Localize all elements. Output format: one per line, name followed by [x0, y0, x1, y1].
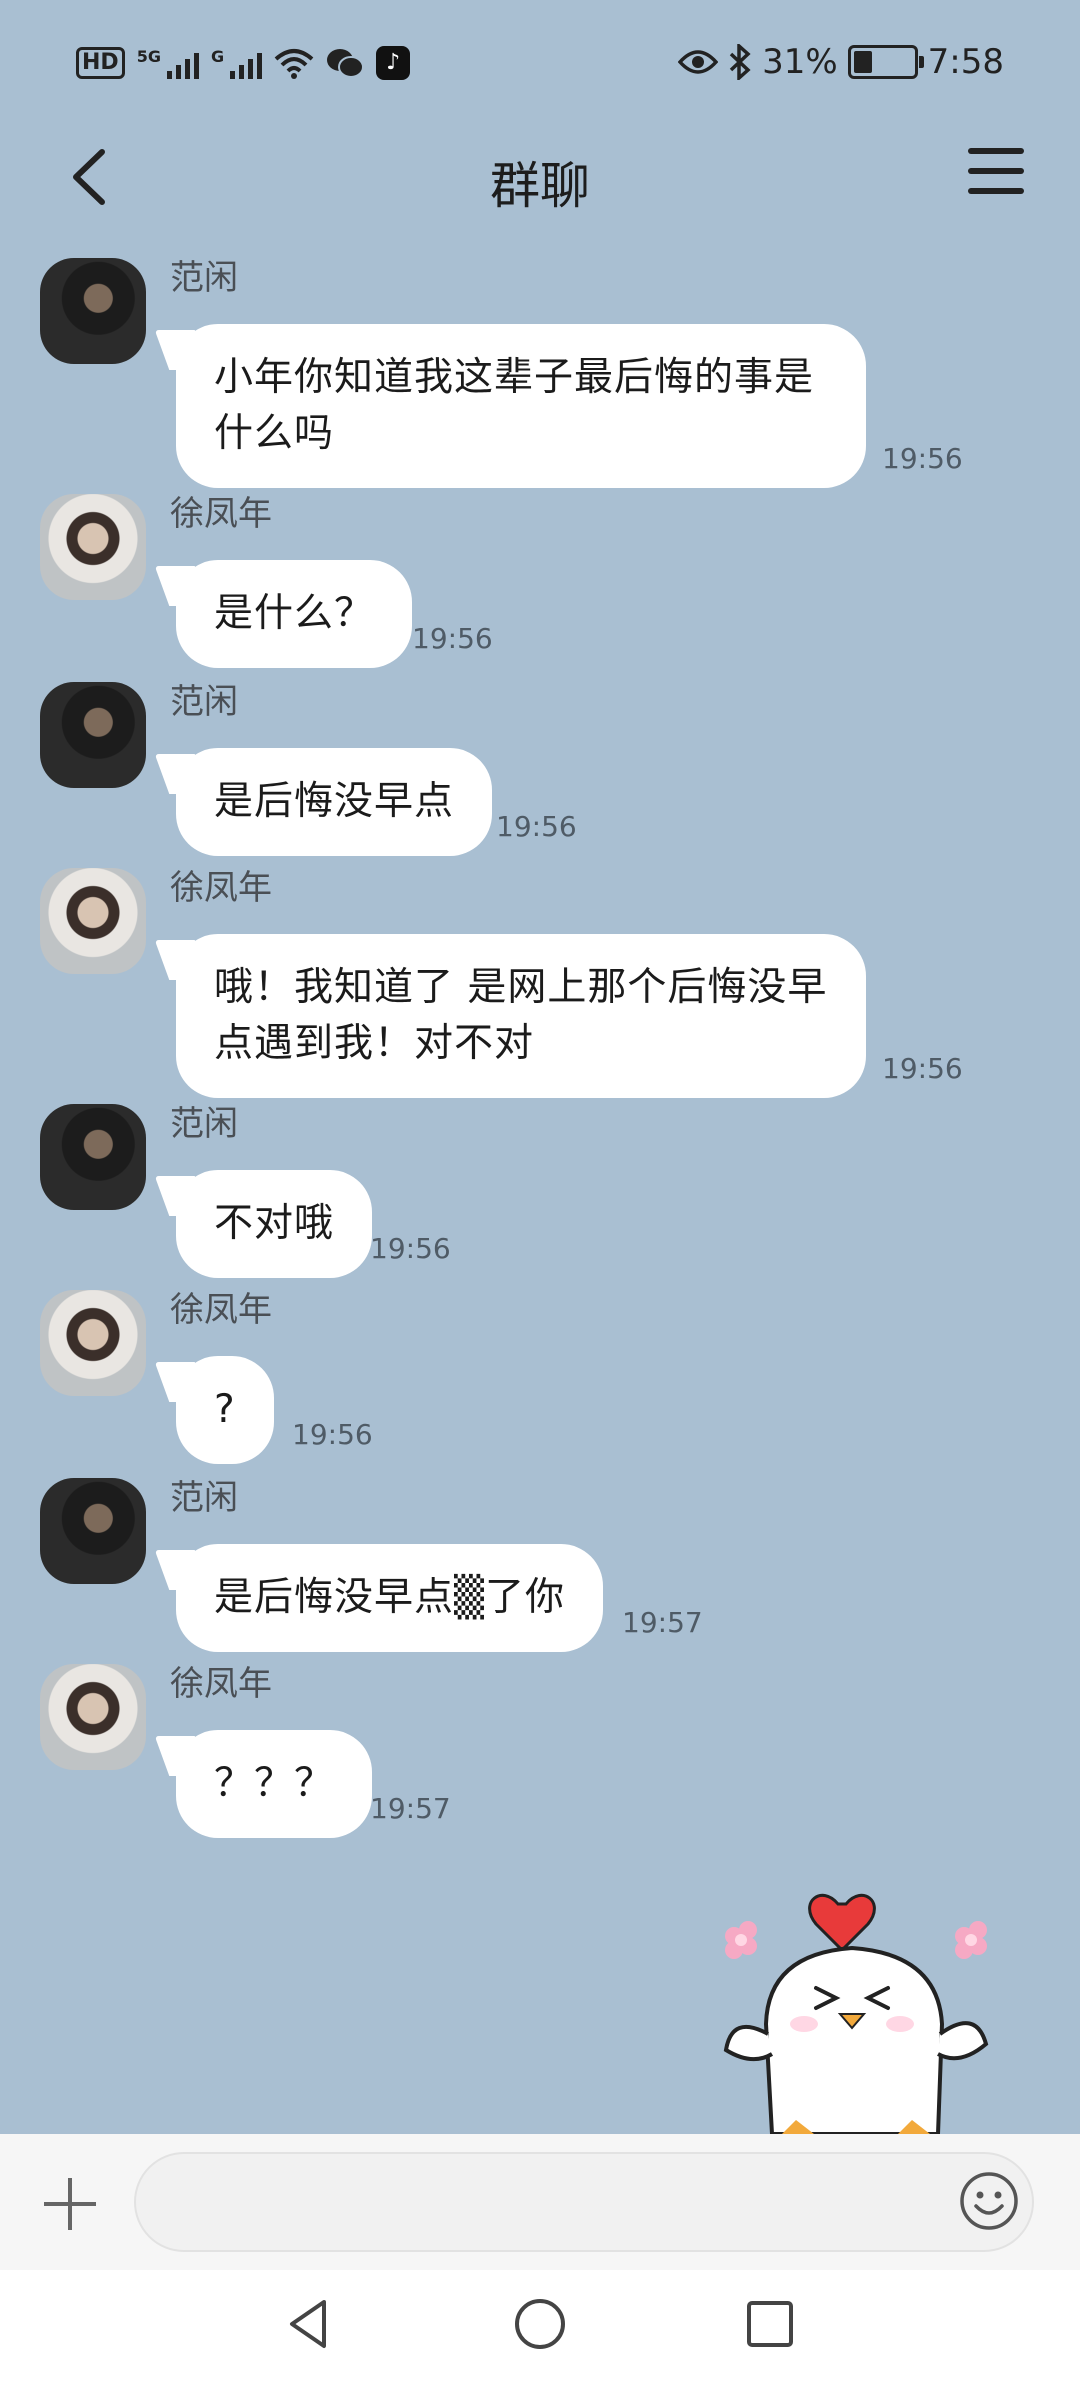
battery-fill: [853, 51, 872, 73]
input-bar: [0, 2134, 1080, 2270]
avatar-fanxian[interactable]: [40, 1478, 146, 1584]
message-time: 19:56: [882, 442, 963, 475]
chat-header: 群聊: [0, 130, 1080, 230]
status-left: HD 5G G ♪: [76, 46, 411, 80]
sender-name: 徐凤年: [170, 1290, 272, 1330]
avatar-fanxian[interactable]: [40, 1104, 146, 1210]
message-bubble[interactable]: ？？？: [176, 1730, 373, 1838]
message-input[interactable]: [134, 2152, 1034, 2252]
sender-name: 徐凤年: [170, 868, 272, 908]
flower-icon: [725, 1921, 757, 1959]
message-bubble[interactable]: 不对哦: [176, 1170, 373, 1278]
home-circle-icon[interactable]: [510, 2294, 570, 2354]
sender-name: 范闲: [170, 258, 238, 298]
recents-square-icon[interactable]: [740, 2294, 800, 2354]
message-bubble[interactable]: 小年你知道我这辈子最后悔的事是什么吗: [176, 324, 866, 488]
message-time: 19:56: [370, 1232, 451, 1265]
status-right: 31% 7:58: [678, 42, 1004, 82]
message-bubble[interactable]: 哦！我知道了 是网上那个后悔没早点遇到我！对不对: [176, 934, 866, 1098]
message-bubble[interactable]: 是后悔没早点: [176, 748, 493, 856]
avatar-xufengnian[interactable]: [40, 868, 146, 974]
sender-name: 徐凤年: [170, 494, 272, 534]
page-title: 群聊: [490, 157, 590, 215]
eye-icon: [678, 50, 719, 74]
signal-icon: 5G: [137, 47, 199, 79]
plus-icon[interactable]: [40, 2174, 100, 2234]
message-bubble[interactable]: 是什么？: [176, 560, 413, 668]
sim2-tag: G: [210, 47, 225, 66]
wechat-icon: [327, 49, 365, 78]
avatar-xufengnian[interactable]: [40, 1664, 146, 1770]
wifi-icon: [274, 49, 314, 79]
sender-name: 范闲: [170, 1104, 238, 1144]
signal-icon: G: [210, 47, 263, 79]
avatar-fanxian[interactable]: [40, 258, 146, 364]
sim1-tag: 5G: [136, 47, 161, 66]
avatar-xufengnian[interactable]: [40, 494, 146, 600]
smiley-icon[interactable]: [958, 2170, 1020, 2232]
message-time: 19:57: [370, 1792, 451, 1825]
battery-icon: [847, 45, 924, 79]
message-time: 19:57: [622, 1606, 703, 1639]
flower-icon: [955, 1921, 987, 1959]
heart-icon: [808, 1893, 876, 1953]
message-time: 19:56: [496, 810, 577, 843]
bluetooth-icon: [729, 44, 751, 80]
message-bubble[interactable]: 是后悔没早点▒了你: [176, 1544, 603, 1652]
sender-name: 徐凤年: [170, 1664, 272, 1704]
hamburger-menu-icon[interactable]: [968, 148, 1024, 204]
sender-name: 范闲: [170, 682, 238, 722]
hd-icon: HD: [76, 47, 125, 79]
chick-sticker: [723, 1893, 989, 2134]
message-time: 19:56: [292, 1418, 373, 1451]
avatar-xufengnian[interactable]: [40, 1290, 146, 1396]
clock: 7:58: [927, 42, 1004, 82]
avatar-fanxian[interactable]: [40, 682, 146, 788]
sender-name: 范闲: [170, 1478, 238, 1518]
system-navigation: [0, 2270, 1080, 2388]
message-time: 19:56: [882, 1052, 963, 1085]
status-bar: HD 5G G ♪ 31% 7:58: [0, 0, 1080, 130]
message-time: 19:56: [412, 622, 493, 655]
battery-percent: 31%: [762, 42, 838, 82]
back-triangle-icon[interactable]: [280, 2294, 340, 2354]
tiktok-icon: ♪: [376, 46, 411, 80]
message-bubble[interactable]: ?: [176, 1356, 274, 1464]
